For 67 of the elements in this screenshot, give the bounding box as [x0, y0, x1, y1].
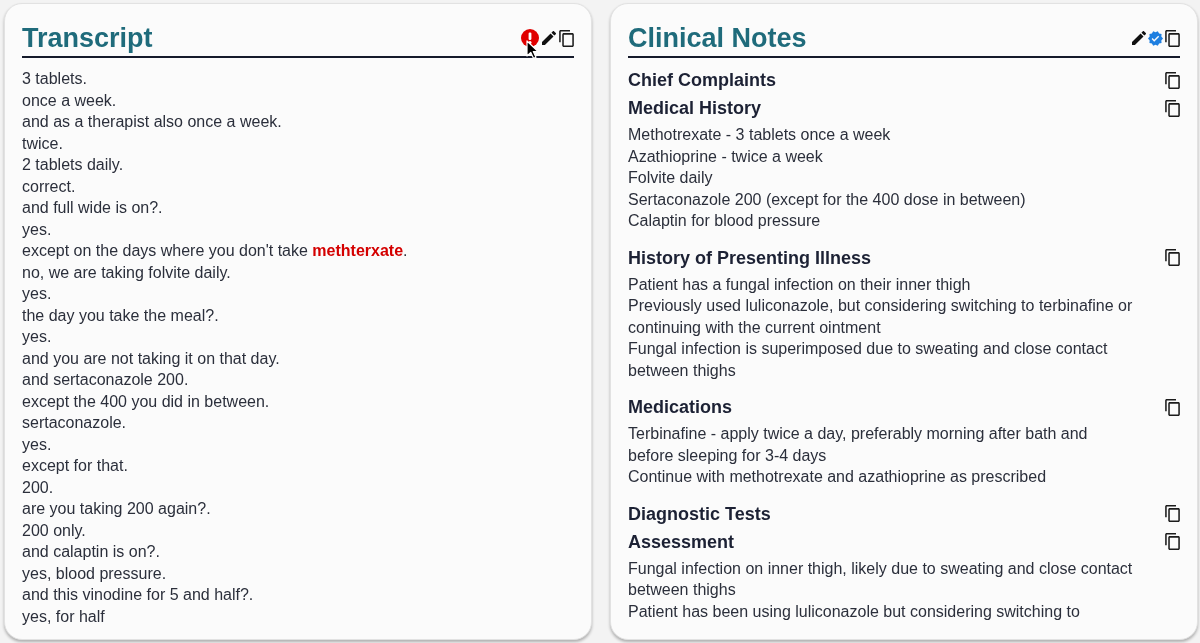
note-line: Fungal infection on inner thigh, likely due to sweating and close contact between thighs [628, 558, 1134, 600]
transcript-line: and you are not taking it on that day. [22, 348, 281, 369]
copy-icon [1165, 29, 1180, 47]
copy-icon [1165, 505, 1180, 522]
note-line: Continue with methotrexate and azathioprine as prescribed [628, 467, 1048, 487]
panel-title: Clinical Notes [628, 22, 807, 55]
copy-icon [1165, 99, 1180, 117]
note-line: Previously used luliconazole, but considering switching to terbinafine or continuing with the current ointment [628, 296, 1134, 338]
copy-button[interactable] [559, 29, 574, 47]
note-line: Folvite daily [628, 168, 714, 188]
transcript-line: no, we are taking folvite daily. [22, 262, 232, 283]
note-line: Methotrexate - 3 tablets once a week [628, 125, 892, 145]
copy-icon [1165, 398, 1180, 416]
transcript-line: except on the days where you don't take methterxate. [22, 241, 409, 261]
note-line: Terbinafine - apply twice a day, preferably morning after bath and before sleeping for 3-4 days [628, 424, 1089, 466]
transcript-line: 3 tablets. [22, 69, 88, 89]
copy-icon [1165, 71, 1180, 89]
copy-button[interactable] [1165, 29, 1180, 47]
copy-icon [1165, 533, 1180, 550]
copy-button[interactable] [1165, 71, 1180, 89]
transcript-line: yes. [22, 327, 53, 347]
edit-button[interactable] [1132, 31, 1146, 45]
transcript-line: except the 400 you did in between. [22, 391, 271, 412]
edit-button[interactable] [542, 31, 556, 45]
transcript-line: sertaconazole. [22, 413, 128, 433]
section-heading: Medical History [628, 97, 762, 120]
transcript-line: 2 tablets daily. [22, 155, 125, 175]
copy-button[interactable] [1165, 99, 1180, 117]
note-line: Sertaconazole 200 (except for the 400 dose in between) [628, 189, 1027, 210]
transcript-line: yes. [22, 434, 53, 455]
transcript-line: and as a therapist also once a week. [22, 112, 283, 132]
transcript-line: and this vinodine for 5 and half?. [22, 585, 255, 605]
note-line: Patient has a fungal infection on their inner thigh [628, 274, 972, 295]
transcript-line: and calaptin is on?. [22, 542, 161, 562]
section-heading: History of Presenting Illness [628, 246, 872, 270]
transcript-line: yes, for half [22, 606, 106, 627]
copy-button[interactable] [1165, 398, 1180, 416]
copy-button[interactable] [1165, 533, 1180, 550]
note-line: Azathioprine - twice a week [628, 146, 824, 167]
transcript-line: yes, blood pressure. [22, 563, 168, 584]
transcript-line: 200. [22, 477, 55, 498]
copy-button[interactable] [1165, 249, 1180, 266]
transcript-line: the day you take the meal?. [22, 305, 220, 326]
mouse-cursor-icon [526, 40, 539, 60]
copy-icon [559, 29, 574, 47]
note-line: Calaptin for blood pressure [628, 211, 822, 231]
transcript-line: yes. [22, 219, 53, 240]
section-heading: Medications [628, 396, 733, 419]
transcript-line: are you taking 200 again?. [22, 499, 212, 519]
section-heading: Assessment [628, 530, 735, 554]
note-line: Patient has been using luliconazole but considering switching to [628, 601, 1081, 622]
transcript-line: yes. [22, 284, 53, 304]
transcript-line: twice. [22, 133, 64, 154]
note-line: Fungal infection is superimposed due to sweating and close contact between thighs [628, 339, 1109, 381]
transcript-line: and sertaconazole 200. [22, 370, 190, 390]
transcript-line: correct. [22, 176, 77, 197]
section-heading: Diagnostic Tests [628, 502, 771, 526]
pencil-icon [1132, 31, 1146, 45]
panel-title: Transcript [22, 22, 153, 55]
transcript-line: and full wide is on?. [22, 198, 164, 218]
transcript-line: 200 only. [22, 520, 87, 541]
transcript-line: once a week. [22, 90, 118, 111]
copy-button[interactable] [1165, 505, 1180, 522]
transcript-line: except for that. [22, 456, 129, 476]
section-heading: Chief Complaints [628, 69, 776, 92]
copy-icon [1165, 249, 1180, 266]
pencil-icon [542, 31, 556, 45]
